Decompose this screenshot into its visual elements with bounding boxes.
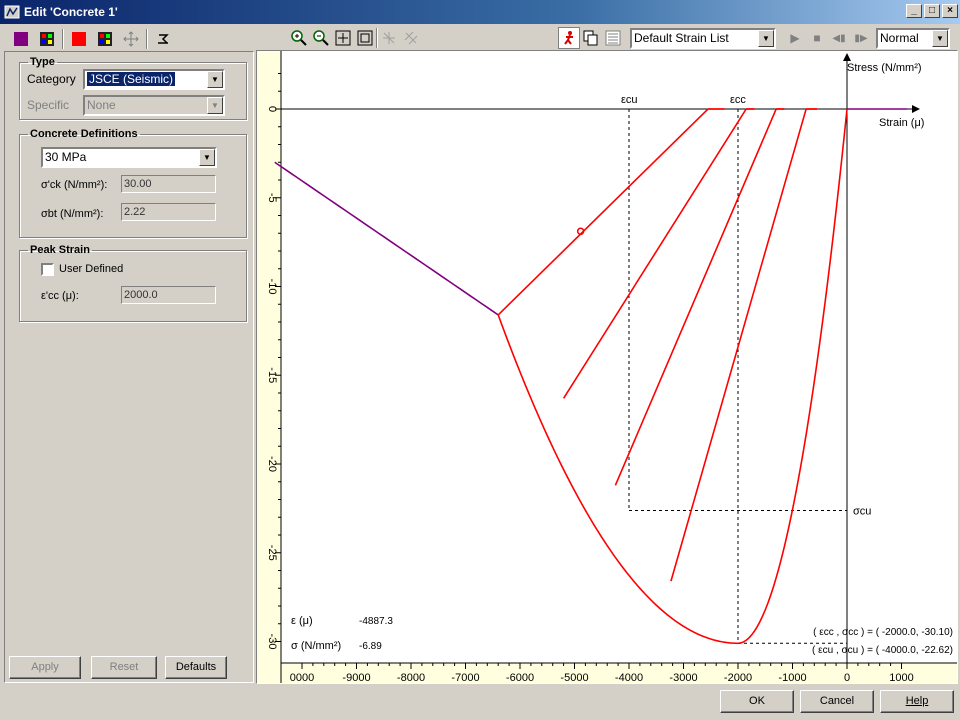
strength-select[interactable]: 30 MPa ▼	[41, 147, 217, 168]
zoom-extents-icon[interactable]	[354, 27, 376, 49]
x-tick-label: -4000	[615, 672, 643, 683]
list-icon[interactable]	[602, 27, 624, 49]
dialog-button-bar: OK Cancel Help	[0, 684, 960, 720]
strain-list-select[interactable]: Default Strain List ▼	[630, 27, 776, 49]
zoom-fit-icon[interactable]	[332, 27, 354, 49]
eps-readout-label: ε (μ)	[291, 615, 313, 627]
play-icon[interactable]: ▶	[784, 27, 806, 49]
stop-icon[interactable]: ■	[806, 27, 828, 49]
sigma-readout-value: -6.89	[359, 641, 382, 652]
plot-background	[257, 51, 957, 683]
x-tick-label: -1000	[778, 672, 806, 683]
chevron-down-icon[interactable]: ▼	[207, 97, 223, 114]
y-tick-label: -5	[266, 193, 278, 203]
properties-panel: Type Category JSCE (Seismic) ▼ Specific …	[4, 51, 254, 683]
minimize-button[interactable]: _	[906, 4, 922, 18]
x-tick-label: -8000	[397, 672, 425, 683]
x-axis-title: Strain (μ)	[879, 117, 924, 129]
y-tick-label: -25	[266, 545, 278, 561]
defaults-button[interactable]: Defaults	[165, 656, 227, 679]
chevron-down-icon[interactable]: ▼	[758, 29, 774, 47]
step-back-icon[interactable]: ◀▮	[828, 27, 850, 49]
title-bar: Edit 'Concrete 1' _ □ ×	[0, 0, 960, 24]
reset-button[interactable]: Reset	[91, 656, 157, 679]
x-tick-label: 1000	[889, 672, 913, 683]
x-tick-label: -5000	[560, 672, 588, 683]
y-tick-label: -20	[266, 456, 278, 472]
category-select[interactable]: JSCE (Seismic) ▼	[83, 69, 225, 90]
cc-readout: ( εcc , σcc ) = ( -2000.0, -30.10)	[813, 627, 953, 638]
eps-cc-field: 2000.0	[121, 286, 216, 304]
x-tick-label: -2000	[724, 672, 752, 683]
mode-select[interactable]: Normal ▼	[876, 27, 950, 49]
toolbar-separator	[62, 29, 64, 49]
eps-cc-label: εcc	[730, 94, 746, 106]
strain-list-value: Default Strain List	[634, 30, 729, 45]
sigma-ck-label: σ'ck (N/mm²):	[41, 179, 108, 191]
user-defined-label: User Defined	[59, 263, 124, 275]
step-forward-icon[interactable]: ▮▶	[850, 27, 872, 49]
user-defined-checkbox[interactable]	[41, 263, 54, 276]
y-axis-title: Stress (N/mm²)	[847, 62, 922, 74]
chart-toolbar: Default Strain List ▼ ▶ ■ ◀▮ ▮▶ Normal ▼	[258, 26, 958, 50]
y-tick-label: 0	[266, 106, 278, 112]
peak-strain-group: Peak Strain	[19, 244, 247, 322]
x-tick-label: -7000	[451, 672, 479, 683]
y-tick-label: -30	[266, 634, 278, 650]
sigma-bt-field: 2.22	[121, 203, 216, 221]
cancel-button[interactable]: Cancel	[800, 690, 874, 713]
specific-select[interactable]: None ▼	[83, 95, 225, 116]
sign-icon[interactable]	[152, 28, 174, 50]
eps-readout-value: -4887.3	[359, 616, 393, 627]
y-tick-label: -15	[266, 367, 278, 383]
category-value: JSCE (Seismic)	[87, 72, 176, 86]
specific-value: None	[87, 98, 116, 112]
close-button[interactable]: ×	[942, 4, 958, 18]
sigma-readout-label: σ (N/mm²)	[291, 640, 341, 652]
app-icon	[4, 5, 20, 19]
pan-icon[interactable]	[120, 28, 142, 50]
help-button[interactable]: Help	[880, 690, 954, 713]
chevron-down-icon[interactable]: ▼	[207, 71, 223, 88]
ok-button[interactable]: OK	[720, 690, 794, 713]
strength-value: 30 MPa	[45, 150, 87, 164]
x-tick-label: 0000	[290, 672, 314, 683]
plot-frame: 0000 -9000 -8000 -7000 -6000 -5000 -4000 -3000-…	[256, 50, 958, 684]
zoom-in-icon[interactable]	[288, 27, 310, 49]
type-legend: Type	[30, 56, 55, 68]
running-man-icon[interactable]	[558, 27, 580, 49]
purple-color-icon[interactable]	[10, 28, 32, 50]
cu-readout: ( εcu , σcu ) = ( -4000.0, -22.62)	[812, 645, 953, 656]
multi-select-icon[interactable]	[400, 27, 422, 49]
eps-cc-label: ε'cc (μ):	[41, 290, 79, 302]
color-grid-icon[interactable]	[36, 28, 58, 50]
sigma-bt-label: σbt (N/mm²):	[41, 208, 104, 220]
specific-label: Specific	[27, 98, 70, 112]
eps-cu-label: εcu	[621, 94, 638, 106]
apply-button[interactable]: Apply	[9, 656, 81, 679]
concrete-legend: Concrete Definitions	[30, 128, 138, 140]
maximize-button[interactable]: □	[924, 4, 940, 18]
y-tick-label: -10	[266, 279, 278, 295]
x-tick-label: -6000	[506, 672, 534, 683]
select-tool-icon[interactable]	[378, 27, 400, 49]
toolbar-separator	[146, 29, 148, 49]
color-grid-icon[interactable]	[94, 28, 116, 50]
left-toolbar	[4, 26, 254, 52]
zoom-out-icon[interactable]	[310, 27, 332, 49]
copy-icon[interactable]	[580, 27, 602, 49]
stress-strain-chart[interactable]: 0000 -9000 -8000 -7000 -6000 -5000 -4000 -3000-…	[257, 51, 957, 683]
sigma-cu-label: σcu	[853, 506, 871, 518]
x-tick-label: -3000	[669, 672, 697, 683]
chevron-down-icon[interactable]: ▼	[199, 149, 215, 166]
x-tick-label: 0	[844, 672, 850, 683]
x-tick-label: -9000	[342, 672, 370, 683]
category-label: Category	[27, 72, 76, 86]
window-title: Edit 'Concrete 1'	[24, 5, 118, 19]
sigma-ck-field: 30.00	[121, 175, 216, 193]
mode-value: Normal	[880, 30, 919, 45]
red-color-icon[interactable]	[68, 28, 90, 50]
peak-strain-legend: Peak Strain	[30, 244, 90, 256]
chevron-down-icon[interactable]: ▼	[932, 29, 948, 47]
